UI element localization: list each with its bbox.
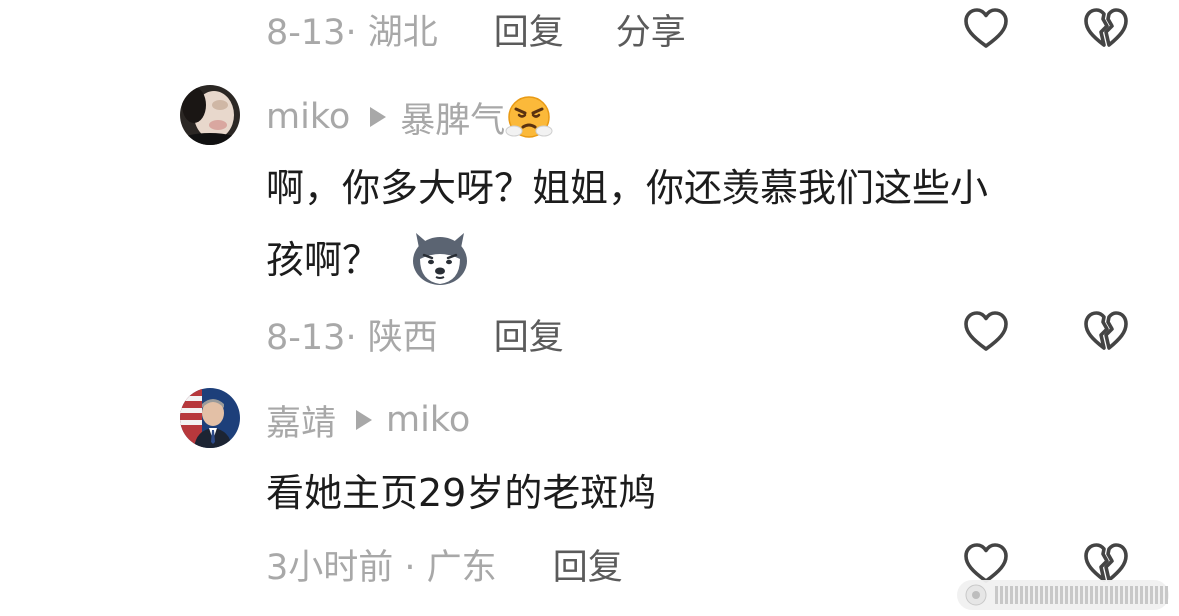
reply-button[interactable]: 回复 — [553, 539, 623, 590]
reply-target-user[interactable]: miko — [386, 400, 470, 440]
comment-body: 啊，你多大呀？姐姐，你还羡慕我们这些小 孩啊？ — [266, 152, 1146, 296]
angry-steam-face-icon — [505, 93, 553, 141]
comment-time-location: 3小时前 · 广东 — [266, 547, 497, 588]
reply-button[interactable]: 回复 — [494, 4, 564, 55]
comment-meta-row: 8-13· 陕西 回复 — [266, 309, 564, 359]
reply-arrow-icon — [356, 410, 373, 430]
reply-arrow-icon — [370, 107, 387, 127]
comment-text-line-2: 孩啊？ — [266, 224, 1146, 296]
reply-target-user[interactable]: 暴脾气 — [400, 92, 505, 143]
watermark — [957, 580, 1169, 610]
comment-author-row: 嘉靖 miko — [266, 395, 470, 445]
comment-meta-row: 3小时前 · 广东 回复 — [266, 539, 623, 589]
broken-heart-icon — [1084, 311, 1128, 350]
husky-dog-face-icon — [410, 229, 470, 287]
comment-meta-row: 8-13· 湖北 回复 分享 — [266, 4, 686, 54]
comment-author-row: miko 暴脾气 — [266, 92, 553, 142]
broken-heart-icon — [1084, 8, 1128, 47]
comment-body: 看她主页29岁的老斑鸠 — [266, 457, 1146, 529]
share-button[interactable]: 分享 — [616, 4, 686, 55]
heart-outline-icon — [964, 8, 1008, 48]
like-button[interactable] — [962, 5, 1010, 53]
avatar-miko[interactable] — [180, 85, 240, 145]
reply-button[interactable]: 回复 — [494, 309, 564, 360]
heart-outline-icon — [964, 311, 1008, 351]
comment-time-location: 8-13· 陕西 — [266, 317, 438, 358]
comment-text-line: 啊，你多大呀？姐姐，你还羡慕我们这些小 — [266, 166, 989, 210]
like-button[interactable] — [962, 308, 1010, 356]
comment-time-location: 8-13· 湖北 — [266, 12, 438, 53]
dislike-button[interactable] — [1082, 5, 1130, 53]
comment-author[interactable]: 嘉靖 — [266, 395, 336, 446]
avatar-jiajing[interactable] — [180, 388, 240, 448]
weibo-logo-icon — [965, 584, 987, 606]
comment-author[interactable]: miko — [266, 97, 350, 137]
comment-thread: 8-13· 湖北 回复 分享 miko 暴脾气 啊，你多大呀？姐姐，你还羡慕我们… — [0, 0, 1179, 616]
dislike-button[interactable] — [1082, 308, 1130, 356]
comment-text-line: 看她主页29岁的老斑鸠 — [266, 471, 657, 515]
watermark-bars — [995, 586, 1168, 604]
